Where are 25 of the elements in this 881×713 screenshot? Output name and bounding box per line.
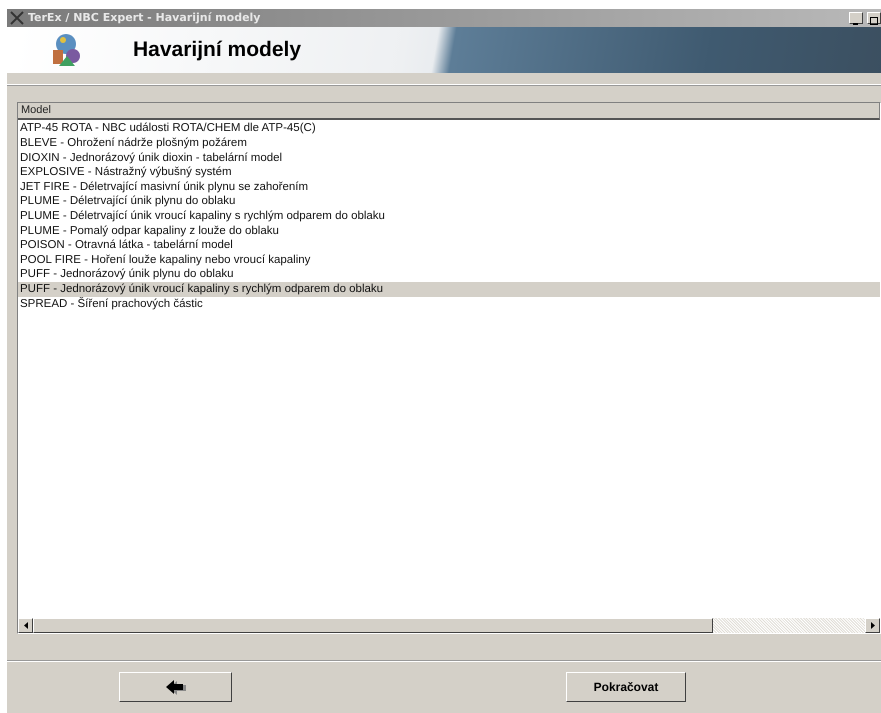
horizontal-scrollbar[interactable] (18, 618, 880, 634)
list-item[interactable]: PLUME - Déletrvající únik vroucí kapaliny s rychlým odparem do oblaku (18, 208, 880, 224)
list-item[interactable]: EXPLOSIVE - Nástražný výbušný systém (18, 165, 880, 180)
page-title: Havarijní modely (133, 38, 302, 62)
tools-icon (10, 10, 24, 25)
back-button[interactable] (119, 672, 232, 702)
list-item[interactable]: POOL FIRE - Hoření louže kapaliny nebo vroucí kapaliny (18, 252, 880, 268)
continue-button[interactable]: Pokračovat (566, 672, 686, 702)
right-arrow-icon (870, 622, 874, 630)
maximize-button[interactable] (867, 12, 881, 24)
list-item[interactable]: BLEVE - Ohrožení nádrže plošným požárem (18, 136, 880, 151)
list-item[interactable]: ATP-45 ROTA - NBC události ROTA/CHEM dle ATP-45(C) (18, 121, 880, 136)
list-item[interactable]: SPREAD - Šíření prachových částic (18, 296, 880, 312)
minimize-button[interactable] (849, 12, 863, 24)
list-item[interactable]: JET FIRE - Déletrvající masivní únik plynu se zahořením (18, 180, 880, 194)
list-item[interactable]: PUFF - Jednorázový únik plynu do oblaku (18, 267, 880, 282)
list-item[interactable]: PLUME - Déletrvající únik plynu do oblaku (18, 194, 880, 209)
back-arrow-icon (166, 679, 186, 696)
window-title: TerEx / NBC Expert - Havarijní modely (28, 11, 262, 24)
list-item[interactable]: POISON - Otravná látka - tabelární model (18, 238, 880, 253)
left-arrow-icon (24, 622, 28, 630)
column-header[interactable]: Model (18, 103, 880, 120)
list-item[interactable]: PUFF - Jednorázový únik vroucí kapaliny s rychlým odparem do oblaku (18, 282, 880, 297)
list-item[interactable]: DIOXIN - Jednorázový únik dioxin - tabelární model (18, 150, 880, 166)
list-item[interactable]: PLUME - Pomalý odpar kapaliny z louže do oblaku (18, 224, 880, 238)
